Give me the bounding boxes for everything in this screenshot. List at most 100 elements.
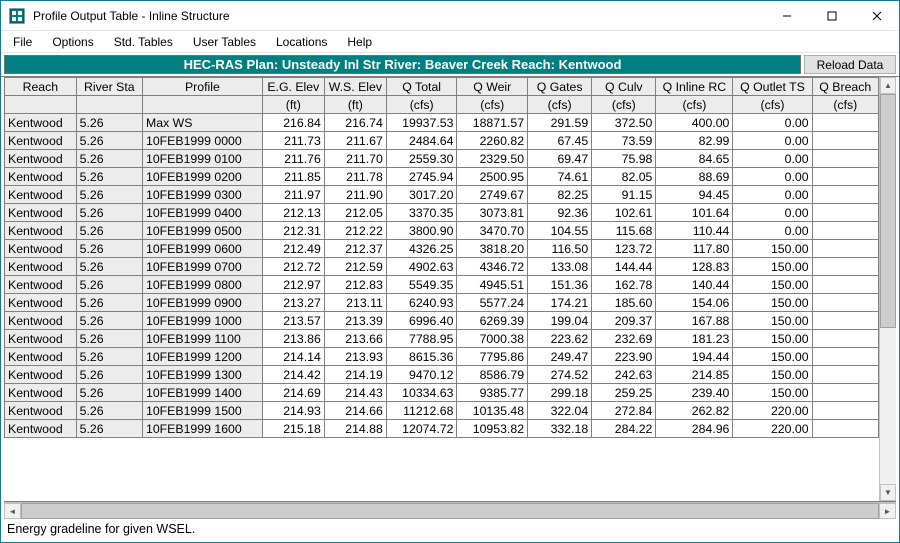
data-grid[interactable]: Reach River Sta Profile E.G. Elev W.S. E… — [4, 77, 879, 501]
cell-reach[interactable]: Kentwood — [5, 402, 77, 420]
cell-reach[interactable]: Kentwood — [5, 204, 77, 222]
cell-qbr[interactable] — [812, 276, 878, 294]
hscroll-track[interactable] — [21, 503, 879, 519]
cell-sta[interactable]: 5.26 — [76, 366, 142, 384]
cell-eg[interactable]: 212.31 — [262, 222, 324, 240]
cell-profile[interactable]: 10FEB1999 0700 — [142, 258, 262, 276]
cell-qgates[interactable]: 274.52 — [528, 366, 592, 384]
cell-qweir[interactable]: 2260.82 — [457, 132, 528, 150]
cell-qculv[interactable]: 223.90 — [592, 348, 656, 366]
col-header-qtot[interactable]: Q Total — [386, 78, 457, 96]
cell-qgates[interactable]: 249.47 — [528, 348, 592, 366]
cell-sta[interactable]: 5.26 — [76, 258, 142, 276]
cell-qout[interactable]: 150.00 — [733, 312, 812, 330]
menu-user-tables[interactable]: User Tables — [185, 33, 264, 51]
cell-qtot[interactable]: 4326.25 — [386, 240, 457, 258]
cell-ws[interactable]: 213.93 — [324, 348, 386, 366]
cell-profile[interactable]: 10FEB1999 0000 — [142, 132, 262, 150]
table-row[interactable]: Kentwood5.2610FEB1999 1100213.86213.6677… — [5, 330, 879, 348]
vscroll-thumb[interactable] — [880, 94, 896, 328]
cell-qculv[interactable]: 272.84 — [592, 402, 656, 420]
cell-reach[interactable]: Kentwood — [5, 276, 77, 294]
cell-qbr[interactable] — [812, 312, 878, 330]
table-row[interactable]: Kentwood5.2610FEB1999 1500214.93214.6611… — [5, 402, 879, 420]
cell-ws[interactable]: 214.88 — [324, 420, 386, 438]
cell-ws[interactable]: 213.11 — [324, 294, 386, 312]
cell-profile[interactable]: 10FEB1999 1200 — [142, 348, 262, 366]
cell-reach[interactable]: Kentwood — [5, 240, 77, 258]
cell-qculv[interactable]: 144.44 — [592, 258, 656, 276]
cell-sta[interactable]: 5.26 — [76, 114, 142, 132]
col-header-qbr[interactable]: Q Breach — [812, 78, 878, 96]
cell-profile[interactable]: 10FEB1999 1300 — [142, 366, 262, 384]
cell-qtot[interactable]: 10334.63 — [386, 384, 457, 402]
cell-qout[interactable]: 0.00 — [733, 186, 812, 204]
cell-qgates[interactable]: 322.04 — [528, 402, 592, 420]
menu-help[interactable]: Help — [339, 33, 380, 51]
col-header-sta[interactable]: River Sta — [76, 78, 142, 96]
cell-reach[interactable]: Kentwood — [5, 366, 77, 384]
cell-qgates[interactable]: 291.59 — [528, 114, 592, 132]
cell-profile[interactable]: 10FEB1999 1000 — [142, 312, 262, 330]
cell-profile[interactable]: 10FEB1999 0300 — [142, 186, 262, 204]
col-header-qweir[interactable]: Q Weir — [457, 78, 528, 96]
cell-qout[interactable]: 150.00 — [733, 276, 812, 294]
cell-reach[interactable]: Kentwood — [5, 330, 77, 348]
cell-qbr[interactable] — [812, 348, 878, 366]
cell-profile[interactable]: 10FEB1999 1400 — [142, 384, 262, 402]
table-row[interactable]: Kentwood5.2610FEB1999 0300211.97211.9030… — [5, 186, 879, 204]
cell-qbr[interactable] — [812, 240, 878, 258]
cell-qbr[interactable] — [812, 132, 878, 150]
hscroll-thumb[interactable] — [21, 503, 879, 519]
table-row[interactable]: Kentwood5.2610FEB1999 1600215.18214.8812… — [5, 420, 879, 438]
cell-qgates[interactable]: 67.45 — [528, 132, 592, 150]
cell-qbr[interactable] — [812, 402, 878, 420]
cell-qweir[interactable]: 2500.95 — [457, 168, 528, 186]
cell-reach[interactable]: Kentwood — [5, 258, 77, 276]
col-header-qgates[interactable]: Q Gates — [528, 78, 592, 96]
cell-reach[interactable]: Kentwood — [5, 222, 77, 240]
cell-ws[interactable]: 214.66 — [324, 402, 386, 420]
cell-qculv[interactable]: 242.63 — [592, 366, 656, 384]
cell-qgates[interactable]: 92.36 — [528, 204, 592, 222]
col-header-qout[interactable]: Q Outlet TS — [733, 78, 812, 96]
cell-qout[interactable]: 150.00 — [733, 240, 812, 258]
table-row[interactable]: Kentwood5.2610FEB1999 0700212.72212.5949… — [5, 258, 879, 276]
cell-eg[interactable]: 213.27 — [262, 294, 324, 312]
cell-qweir[interactable]: 7795.86 — [457, 348, 528, 366]
cell-qweir[interactable]: 6269.39 — [457, 312, 528, 330]
cell-sta[interactable]: 5.26 — [76, 276, 142, 294]
cell-qtot[interactable]: 8615.36 — [386, 348, 457, 366]
menu-locations[interactable]: Locations — [268, 33, 335, 51]
cell-qinl[interactable]: 181.23 — [656, 330, 733, 348]
cell-qinl[interactable]: 117.80 — [656, 240, 733, 258]
cell-eg[interactable]: 213.57 — [262, 312, 324, 330]
cell-qweir[interactable]: 7000.38 — [457, 330, 528, 348]
cell-qout[interactable]: 0.00 — [733, 204, 812, 222]
cell-profile[interactable]: 10FEB1999 0500 — [142, 222, 262, 240]
cell-sta[interactable]: 5.26 — [76, 168, 142, 186]
table-row[interactable]: Kentwood5.2610FEB1999 0200211.85211.7827… — [5, 168, 879, 186]
cell-qgates[interactable]: 199.04 — [528, 312, 592, 330]
cell-sta[interactable]: 5.26 — [76, 240, 142, 258]
cell-qculv[interactable]: 185.60 — [592, 294, 656, 312]
cell-qout[interactable]: 150.00 — [733, 384, 812, 402]
close-button[interactable] — [854, 1, 899, 30]
vertical-scrollbar[interactable]: ▲ ▼ — [879, 77, 896, 501]
cell-qculv[interactable]: 82.05 — [592, 168, 656, 186]
cell-ws[interactable]: 212.37 — [324, 240, 386, 258]
cell-qgates[interactable]: 299.18 — [528, 384, 592, 402]
table-row[interactable]: Kentwood5.2610FEB1999 1000213.57213.3969… — [5, 312, 879, 330]
horizontal-scrollbar[interactable]: ◄ ► — [4, 502, 896, 519]
cell-qtot[interactable]: 6240.93 — [386, 294, 457, 312]
cell-eg[interactable]: 211.97 — [262, 186, 324, 204]
cell-reach[interactable]: Kentwood — [5, 114, 77, 132]
cell-qweir[interactable]: 2329.50 — [457, 150, 528, 168]
cell-qbr[interactable] — [812, 168, 878, 186]
cell-sta[interactable]: 5.26 — [76, 348, 142, 366]
cell-profile[interactable]: 10FEB1999 0600 — [142, 240, 262, 258]
cell-qtot[interactable]: 2745.94 — [386, 168, 457, 186]
cell-qtot[interactable]: 5549.35 — [386, 276, 457, 294]
cell-qinl[interactable]: 214.85 — [656, 366, 733, 384]
cell-qbr[interactable] — [812, 330, 878, 348]
